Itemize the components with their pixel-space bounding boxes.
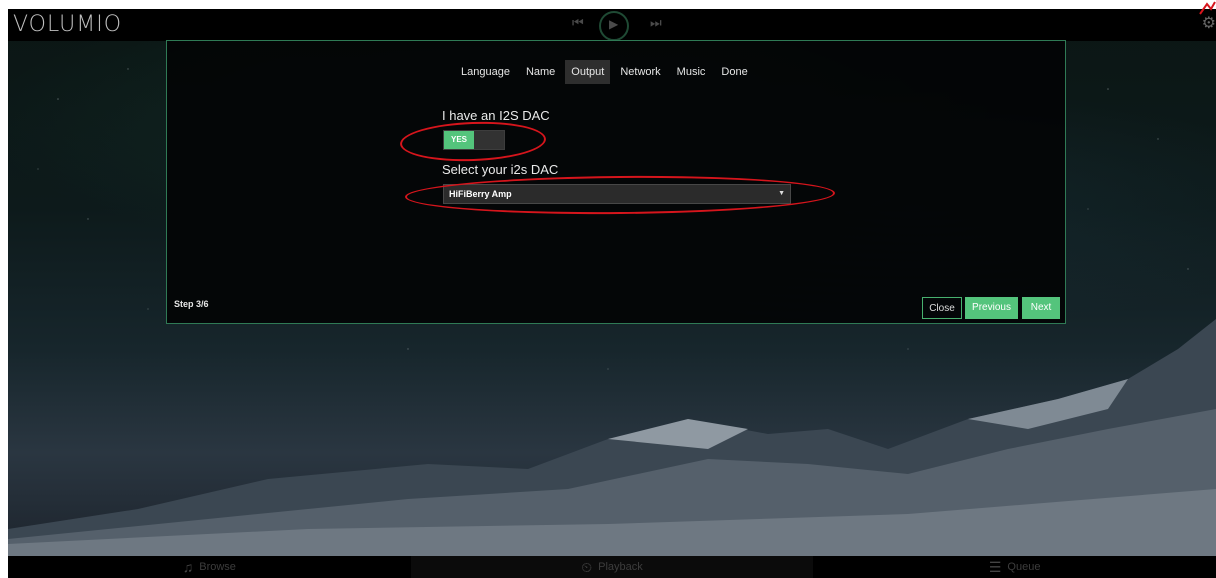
step-indicator: Step 3/6 <box>174 299 209 309</box>
previous-track-icon[interactable]: ⏮ <box>572 15 584 31</box>
bottom-nav: ♫ Browse ⏲ Playback ☰ Queue <box>8 556 1216 578</box>
tab-music[interactable]: Music <box>671 60 712 84</box>
wizard-tabs: Language Name Output Network Music Done <box>455 60 758 84</box>
tab-name[interactable]: Name <box>520 60 561 84</box>
next-track-icon[interactable]: ⏭ <box>650 15 662 31</box>
volumio-logo: VOLUMIO <box>13 12 123 37</box>
tab-network[interactable]: Network <box>614 60 666 84</box>
tab-output[interactable]: Output <box>565 60 611 84</box>
nav-browse-label: Browse <box>199 561 236 573</box>
nav-queue[interactable]: ☰ Queue <box>813 556 1216 578</box>
i2s-dac-label: I have an I2S DAC <box>442 108 550 123</box>
dac-select[interactable]: HiFiBerry Amp ▼ <box>443 184 791 204</box>
dropdown-caret-icon: ▼ <box>778 190 785 197</box>
dac-selected-value: HiFiBerry Amp <box>449 189 512 199</box>
nav-queue-label: Queue <box>1007 561 1041 573</box>
play-icon: ▶ <box>609 17 619 31</box>
nav-browse[interactable]: ♫ Browse <box>8 556 411 578</box>
settings-gear-icon[interactable]: ⚙ <box>1202 13 1216 33</box>
toggle-yes-state: YES <box>444 131 474 149</box>
playback-icon: ⏲ <box>581 559 593 575</box>
dac-select-label: Select your i2s DAC <box>442 162 559 177</box>
music-note-icon: ♫ <box>182 559 194 575</box>
queue-list-icon: ☰ <box>988 559 1002 575</box>
next-button[interactable]: Next <box>1022 297 1060 319</box>
tab-done[interactable]: Done <box>715 60 753 84</box>
volumio-app: VOLUMIO ⏮ ▶ ⏭ ⚙ Language Name Output Net… <box>8 9 1216 578</box>
annotation-corner-mark <box>1199 1 1216 15</box>
nav-playback-label: Playback <box>598 561 643 573</box>
nav-playback[interactable]: ⏲ Playback <box>410 556 814 578</box>
previous-button[interactable]: Previous <box>965 297 1018 319</box>
setup-wizard-modal: Language Name Output Network Music Done … <box>166 40 1066 324</box>
close-button[interactable]: Close <box>922 297 962 319</box>
top-bar: VOLUMIO ⏮ ▶ ⏭ ⚙ <box>8 9 1216 41</box>
transport-controls: ⏮ ▶ ⏭ <box>568 9 678 41</box>
tab-language[interactable]: Language <box>455 60 516 84</box>
i2s-dac-toggle[interactable]: YES <box>443 130 505 150</box>
